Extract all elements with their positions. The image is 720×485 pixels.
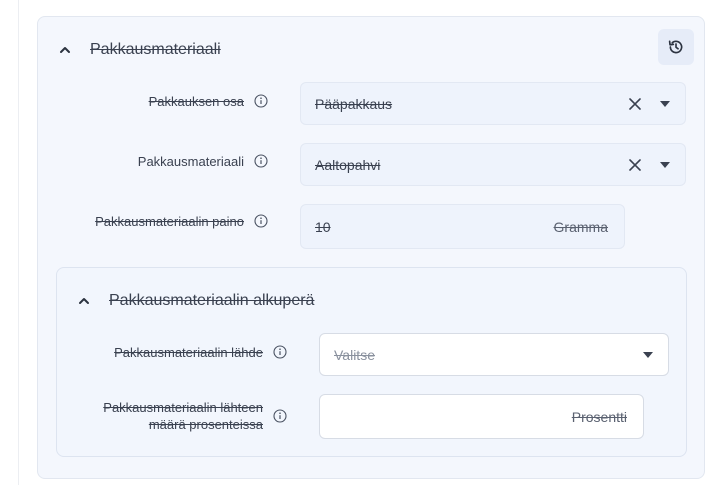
info-icon[interactable]	[254, 94, 268, 108]
clear-icon[interactable]	[625, 155, 645, 175]
origin-subcard: Pakkausmateriaalin alkuperä Pakkausmater…	[56, 267, 687, 457]
material-select[interactable]: Aaltopahvi	[300, 143, 686, 186]
history-button[interactable]	[658, 29, 694, 65]
clear-icon[interactable]	[625, 94, 645, 114]
section-title: Pakkausmateriaali	[90, 41, 221, 58]
part-label: Pakkauksen osa	[58, 91, 268, 111]
info-icon[interactable]	[273, 409, 287, 423]
source-label: Pakkausmateriaalin lähde	[77, 342, 287, 362]
caret-down-icon[interactable]	[642, 349, 654, 361]
left-divider	[18, 0, 19, 485]
packaging-material-card: Pakkausmateriaali Pakkauksen osa Pääpakk…	[37, 16, 705, 479]
material-label: Pakkausmateriaali	[58, 151, 268, 171]
weight-unit: Gramma	[553, 218, 608, 235]
part-select[interactable]: Pääpakkaus	[300, 82, 686, 125]
packaging-section-header[interactable]: Pakkausmateriaali	[58, 41, 221, 59]
chevron-up-icon[interactable]	[77, 294, 91, 308]
caret-down-icon[interactable]	[659, 98, 671, 110]
weight-label: Pakkausmateriaalin paino	[58, 211, 268, 231]
weight-input[interactable]: 10 Gramma	[300, 204, 625, 249]
source-select[interactable]: Valitse	[319, 333, 669, 376]
origin-section-header[interactable]: Pakkausmateriaalin alkuperä	[77, 292, 314, 310]
chevron-up-icon[interactable]	[58, 43, 72, 57]
caret-down-icon[interactable]	[659, 159, 671, 171]
origin-title: Pakkausmateriaalin alkuperä	[109, 292, 315, 309]
info-icon[interactable]	[254, 154, 268, 168]
share-label: Pakkausmateriaalin lähteen määrä prosent…	[77, 398, 287, 434]
share-input[interactable]: Prosentti	[319, 394, 644, 439]
share-unit: Prosentti	[571, 408, 627, 425]
info-icon[interactable]	[273, 345, 287, 359]
info-icon[interactable]	[254, 214, 268, 228]
history-icon	[667, 38, 685, 56]
